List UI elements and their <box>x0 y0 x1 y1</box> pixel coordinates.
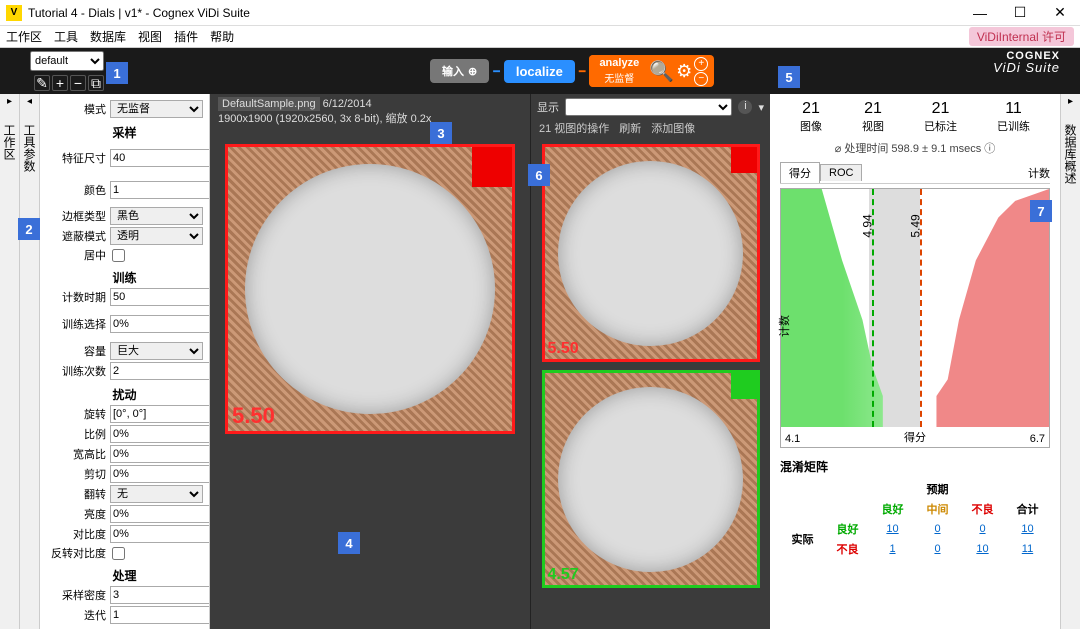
stats-panel: 21图像 21视图 21已标注 11已训练 ⌀ 处理时间 598.9 ± 9.1… <box>770 94 1060 629</box>
train-select-input[interactable] <box>110 315 210 333</box>
pipeline-localize[interactable]: localize <box>504 60 575 83</box>
cm-good-good[interactable]: 10 <box>886 523 898 535</box>
menu-workspace[interactable]: 工作区 <box>6 28 42 45</box>
main-image[interactable]: 5.50 <box>225 144 515 434</box>
cm-bad-total[interactable]: 11 <box>1022 543 1033 555</box>
mode-select[interactable]: 无监督 <box>110 100 203 118</box>
cm-bad-good[interactable]: 1 <box>889 543 895 555</box>
shear-input[interactable] <box>110 465 210 483</box>
scale-input[interactable] <box>110 425 210 443</box>
magnifier-icon[interactable]: 🔍 <box>649 59 674 84</box>
capacity-select[interactable]: 巨大 <box>110 342 203 360</box>
rotate-input[interactable] <box>110 405 210 423</box>
epochs-input[interactable] <box>110 288 210 306</box>
thumbnail-2[interactable]: 4.57 <box>542 370 760 588</box>
workspace-select[interactable]: default <box>30 51 104 71</box>
cm-bad-bad[interactable]: 10 <box>976 543 988 555</box>
image-info: DefaultSample.png 6/12/2014 1900x1900 (1… <box>210 94 530 130</box>
minimize-icon[interactable]: — <box>960 0 1000 26</box>
thumbnail-1[interactable]: 5.50 <box>542 144 760 362</box>
menu-view[interactable]: 视图 <box>138 28 162 45</box>
cm-good-total[interactable]: 10 <box>1021 523 1033 535</box>
tab-score[interactable]: 得分 <box>780 162 820 183</box>
menu-help[interactable]: 帮助 <box>210 28 234 45</box>
color-input[interactable] <box>110 181 210 199</box>
close-icon[interactable]: ✕ <box>1040 0 1080 26</box>
info-icon[interactable]: i <box>738 100 752 114</box>
tab-roc[interactable]: ROC <box>820 164 862 181</box>
menu-database[interactable]: 数据库 <box>90 28 126 45</box>
defect-corner-marker <box>472 147 512 187</box>
menu-bar: 工作区 工具 数据库 视图 插件 帮助 ViDiInternal 许可 <box>0 26 1080 48</box>
callout-5: 5 <box>778 66 800 88</box>
cm-good-mid[interactable]: 0 <box>934 523 940 535</box>
brand-logo: COGNEX ViDi Suite <box>993 52 1060 74</box>
iter-input[interactable] <box>110 606 210 624</box>
app-icon: V <box>6 5 22 21</box>
callout-7: 7 <box>1030 200 1052 222</box>
display-filter-select[interactable] <box>565 98 732 116</box>
feature-size-input[interactable] <box>110 149 210 167</box>
anomaly-score: 5.50 <box>232 403 275 429</box>
tool-bar: default ✎ + − ⧉ 输入⊕ ━ localize ━ analyze… <box>0 48 1080 94</box>
vtab-workspace[interactable]: ▸工作区 <box>0 94 20 629</box>
thumbnail-panel: 显示 i ▾ 21 视图的操作 刷新 添加图像 5.50 4.57 <box>530 94 770 629</box>
cm-bad-mid[interactable]: 0 <box>934 543 940 555</box>
callout-6: 6 <box>528 164 550 186</box>
ok-corner-marker <box>731 373 757 399</box>
pencil-icon[interactable]: ✎ <box>34 75 50 91</box>
counter-labeled: 21已标注 <box>924 100 957 134</box>
window-title: Tutorial 4 - Dials | v1* - Cognex ViDi S… <box>28 6 250 20</box>
info-icon[interactable]: ⓘ <box>984 143 995 155</box>
add-image-link[interactable]: 添加图像 <box>651 120 695 136</box>
defect-corner-marker <box>731 147 757 173</box>
processing-time: ⌀ 处理时间 598.9 ± 9.1 msecs ⓘ <box>780 140 1050 156</box>
dial-face <box>245 164 495 414</box>
callout-1: 1 <box>106 62 128 84</box>
mask-select[interactable]: 透明 <box>110 227 203 245</box>
chevron-down-icon[interactable]: ▾ <box>758 101 764 114</box>
score-histogram[interactable]: 4.94 5.49 计数 4.1 6.7 得分 <box>780 188 1050 448</box>
maximize-icon[interactable]: ☐ <box>1000 0 1040 26</box>
border-select[interactable]: 黑色 <box>110 207 203 225</box>
callout-4: 4 <box>338 532 360 554</box>
license-badge: ViDiInternal 许可 <box>969 27 1074 46</box>
menu-plugins[interactable]: 插件 <box>174 28 198 45</box>
train-count-input[interactable] <box>110 362 210 380</box>
density-input[interactable] <box>110 586 210 604</box>
contrast-input[interactable] <box>110 525 210 543</box>
brightness-input[interactable] <box>110 505 210 523</box>
invert-checkbox[interactable] <box>112 547 125 560</box>
add-stage-icon[interactable]: + <box>694 57 708 71</box>
plus-icon[interactable]: + <box>52 75 68 91</box>
copy-icon[interactable]: ⧉ <box>88 75 104 91</box>
counter-trained: 11已训练 <box>997 100 1030 134</box>
params-panel: 模式无监督 采样 特征尺寸像素 颜色通道 边框类型黑色 遮蔽模式透明 居中 训练… <box>40 94 210 629</box>
pipeline-input[interactable]: 输入⊕ <box>430 59 489 83</box>
center-checkbox[interactable] <box>112 249 125 262</box>
minus-icon[interactable]: − <box>70 75 86 91</box>
callout-2: 2 <box>18 218 40 240</box>
remove-stage-icon[interactable]: − <box>694 72 708 86</box>
titlebar: V Tutorial 4 - Dials | v1* - Cognex ViDi… <box>0 0 1080 26</box>
counter-images: 21图像 <box>800 100 822 134</box>
counter-views: 21视图 <box>862 100 884 134</box>
refresh-link[interactable]: 刷新 <box>619 120 641 136</box>
cm-good-bad[interactable]: 0 <box>979 523 985 535</box>
image-viewer[interactable]: DefaultSample.png 6/12/2014 1900x1900 (1… <box>210 94 530 629</box>
brain-icon[interactable]: ⚙ <box>676 61 692 82</box>
aspect-input[interactable] <box>110 445 210 463</box>
confusion-matrix: 混淆矩阵 预期 良好中间不良合计 实际良好 10 0 0 10 不良 1 0 1… <box>780 458 1050 559</box>
callout-3: 3 <box>430 122 452 144</box>
vtab-db-overview[interactable]: ▸数据库概述 <box>1060 94 1080 629</box>
menu-tools[interactable]: 工具 <box>54 28 78 45</box>
vtab-tool-params[interactable]: ◂工具参数 <box>20 94 40 629</box>
flip-select[interactable]: 无 <box>110 485 203 503</box>
plus-circle-icon[interactable]: ⊕ <box>468 65 477 78</box>
view-actions[interactable]: 21 视图的操作 <box>539 120 609 136</box>
pipeline-analyze[interactable]: analyze 无监督 <box>589 55 649 86</box>
